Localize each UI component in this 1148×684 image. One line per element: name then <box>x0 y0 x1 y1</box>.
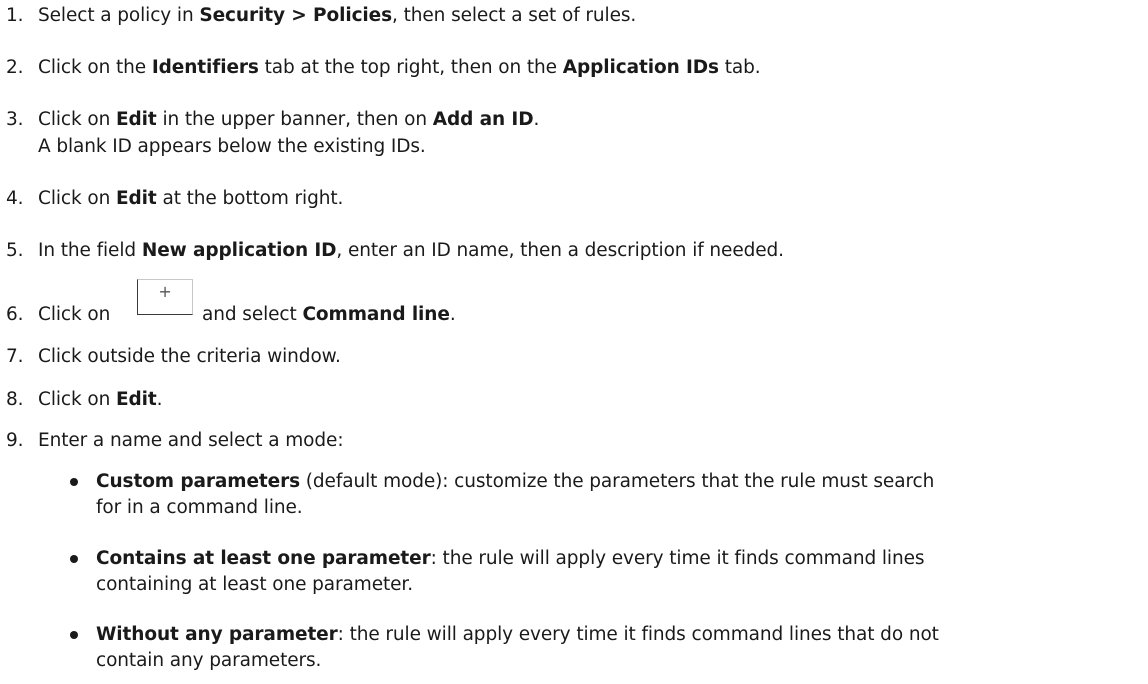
field-name-new-application-id: New application ID <box>141 240 337 261</box>
mode-name: Custom parameters <box>96 471 301 492</box>
mode-description: : the rule will apply every time it find… <box>337 624 939 645</box>
step-number: 9. <box>6 430 24 451</box>
mode-description: containing at least one parameter. <box>96 574 414 595</box>
step-text-part: Click on <box>38 304 111 325</box>
step-text-part: Click on <box>38 109 116 130</box>
step-text-part: and select <box>202 304 303 325</box>
step-number: 6. <box>6 304 24 325</box>
step-text-part: at the bottom right. <box>156 188 344 209</box>
step-number: 8. <box>6 389 24 410</box>
step-number: 7. <box>6 346 24 367</box>
bullet-icon <box>70 478 78 486</box>
step-text: In the field New application ID, enter a… <box>38 238 784 264</box>
step-6-continued: and select Command line. <box>202 302 456 328</box>
step-text: Click outside the criteria window. <box>38 346 341 367</box>
mode-name: Contains at least one parameter <box>96 548 431 569</box>
step-3-note: A blank ID appears below the existing ID… <box>38 136 426 157</box>
mode-description: : the rule will apply every time it find… <box>430 548 925 569</box>
add-criteria-button[interactable]: + <box>137 279 193 315</box>
edit-label: Edit <box>116 389 157 410</box>
bullet-icon <box>70 555 78 563</box>
step-text-part: in the upper banner, then on <box>156 109 433 130</box>
step-text-part: . <box>449 304 456 325</box>
step-text-part: , then select a set of rules. <box>392 5 637 26</box>
step-text-part: Click on <box>38 389 116 410</box>
step-text-part: Click on <box>38 188 116 209</box>
step-number: 1. <box>6 5 24 26</box>
step-text-part: , enter an ID name, then a description i… <box>336 240 784 261</box>
step-text-part: . <box>156 389 163 410</box>
step-number: 3. <box>6 109 24 130</box>
menu-path: Security > Policies <box>199 5 393 26</box>
mode-item-custom-parameters: Custom parameters (default mode): custom… <box>96 469 1136 521</box>
plus-icon: + <box>158 282 172 301</box>
step-text: Click on Edit in the upper banner, then … <box>38 107 539 133</box>
step-text-part: . <box>533 109 540 130</box>
step-text: Click on Edit. <box>38 387 163 413</box>
add-id-label: Add an ID <box>432 109 534 130</box>
step-text: Click on Edit at the bottom right. <box>38 186 343 212</box>
command-line-label: Command line <box>302 304 450 325</box>
edit-label: Edit <box>116 188 157 209</box>
mode-item-contains-parameter: Contains at least one parameter: the rul… <box>96 546 1136 598</box>
mode-description: for in a command line. <box>96 497 303 518</box>
step-text: Enter a name and select a mode: <box>38 430 344 451</box>
step-text-part: Click on the <box>38 57 152 78</box>
step-number: 4. <box>6 188 24 209</box>
step-text-part: tab at the top right, then on the <box>258 57 563 78</box>
step-number: 2. <box>6 57 24 78</box>
tab-name-application-ids: Application IDs <box>562 57 719 78</box>
mode-description: contain any parameters. <box>96 650 322 671</box>
step-text: Click on the Identifiers tab at the top … <box>38 55 761 81</box>
step-text-part: tab. <box>718 57 761 78</box>
step-text: Select a policy in Security > Policies, … <box>38 3 636 29</box>
bullet-icon <box>70 631 78 639</box>
step-number: 5. <box>6 240 24 261</box>
step-text-part: Select a policy in <box>38 5 200 26</box>
mode-item-without-parameter: Without any parameter: the rule will app… <box>96 622 1136 674</box>
mode-description: (default mode): customize the parameters… <box>300 471 935 492</box>
mode-name: Without any parameter <box>96 624 338 645</box>
step-text-part: In the field <box>38 240 142 261</box>
edit-label: Edit <box>116 109 157 130</box>
tab-name-identifiers: Identifiers <box>151 57 259 78</box>
